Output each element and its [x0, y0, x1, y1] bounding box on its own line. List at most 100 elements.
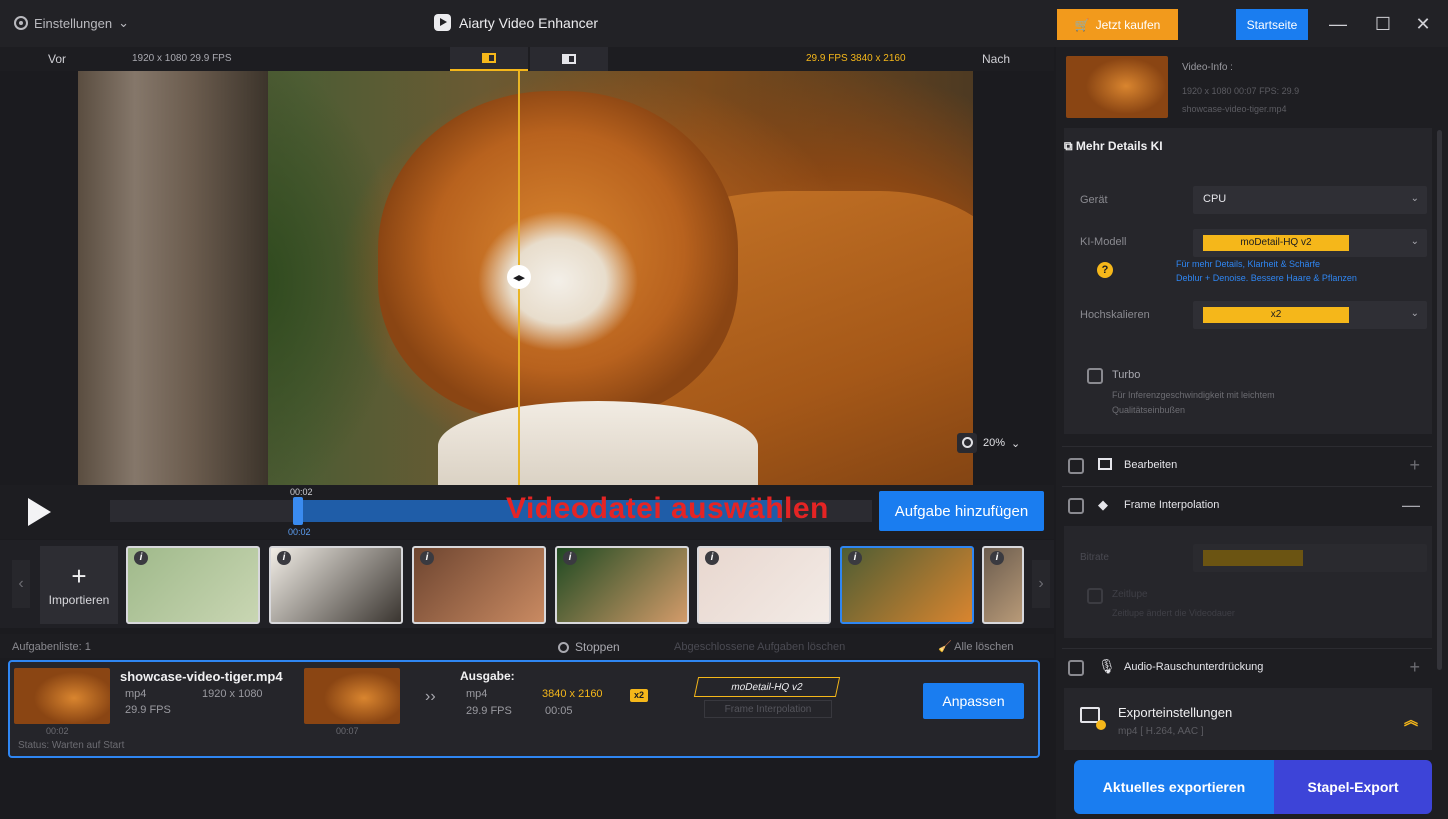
out-duration: 00:05	[545, 705, 573, 717]
audio-denoise-row[interactable]: 🎙 Audio-Rauschunterdrückung +	[1062, 648, 1432, 686]
tiger-paw	[438, 401, 758, 485]
info-icon[interactable]: i	[134, 551, 148, 565]
model-select[interactable]: moDetail-HQ v2 ⌄	[1193, 229, 1427, 257]
thumbnail-hummingbird[interactable]: i	[126, 546, 260, 624]
collapse-minus-icon[interactable]: —	[1402, 495, 1420, 516]
side-by-side-tab[interactable]	[530, 47, 608, 71]
frame-interp-row[interactable]: ◆ Frame Interpolation —	[1062, 486, 1432, 524]
right-panel-scrollbar[interactable]	[1437, 130, 1442, 670]
adjust-button[interactable]: Anpassen	[923, 683, 1024, 719]
ai-section-title: ⧉ Mehr Details KI	[1064, 139, 1163, 154]
add-task-button[interactable]: Aufgabe hinzufügen	[879, 491, 1044, 531]
help-icon[interactable]: ?	[1097, 262, 1113, 278]
split-handle-icon[interactable]: ◂▸	[507, 265, 531, 289]
ai-expand-icon: ⧉	[1064, 139, 1076, 153]
play-icon[interactable]	[28, 498, 51, 526]
frame-interp-label: Frame Interpolation	[1124, 499, 1220, 511]
edit-checkbox[interactable]	[1068, 458, 1084, 474]
info-icon[interactable]: i	[705, 551, 719, 565]
cart-icon: 🛒	[1074, 17, 1090, 32]
close-icon[interactable]: ✕	[1410, 12, 1436, 36]
bitrate-select	[1193, 544, 1427, 572]
info-icon[interactable]: i	[277, 551, 291, 565]
thumbnail-woman-portrait[interactable]: i	[412, 546, 546, 624]
export-settings-title: Exporteinstellungen	[1118, 705, 1233, 720]
home-button[interactable]: Startseite	[1236, 9, 1308, 40]
audio-checkbox[interactable]	[1068, 660, 1084, 676]
task-file-name: showcase-video-tiger.mp4	[120, 669, 283, 684]
expand-plus-icon[interactable]: +	[1409, 657, 1420, 678]
stop-icon	[558, 641, 569, 653]
model-hint-line2: Deblur + Denoise. Bessere Haare & Pflanz…	[1176, 273, 1357, 283]
minimize-icon[interactable]: —	[1325, 12, 1351, 36]
out-fps: 29.9 FPS	[466, 705, 512, 717]
zoom-control[interactable]: 20% ⌄	[957, 433, 1020, 453]
batch-export-button[interactable]: Stapel-Export	[1274, 760, 1432, 814]
export-current-button[interactable]: Aktuelles exportieren	[1074, 760, 1274, 814]
thumbnail-tiger[interactable]: i	[840, 546, 974, 624]
stop-button[interactable]: Stoppen	[558, 640, 620, 654]
settings-label: Einstellungen	[34, 15, 113, 31]
edit-icon	[1098, 458, 1112, 470]
gear-icon	[14, 16, 28, 30]
thumbnail-woman-leaves[interactable]: i	[555, 546, 689, 624]
expand-plus-icon[interactable]: +	[1409, 455, 1420, 476]
strip-left-arrow-icon[interactable]: ‹	[12, 560, 30, 608]
clear-done-button[interactable]: Abgeschlossene Aufgaben löschen	[674, 641, 845, 653]
device-select[interactable]: CPU ⌄	[1193, 186, 1427, 214]
thumbnail-cat[interactable]: i	[269, 546, 403, 624]
app-logo-icon	[434, 14, 451, 31]
input-info: 1920 x 1080 29.9 FPS	[132, 53, 232, 64]
gear-icon	[1096, 720, 1106, 730]
video-info-thumbnail	[1066, 56, 1168, 118]
out-format: mp4	[466, 688, 488, 700]
chevrons-up-icon[interactable]: ︽	[1404, 710, 1418, 730]
magnifier-icon	[957, 433, 977, 453]
info-icon[interactable]: i	[848, 551, 862, 565]
info-icon[interactable]: i	[420, 551, 434, 565]
frame-interp-checkbox[interactable]	[1068, 498, 1084, 514]
clear-all-button[interactable]: 🧹 Alle löschen	[938, 640, 1013, 653]
buy-button[interactable]: 🛒 Jetzt kaufen	[1057, 9, 1178, 40]
info-icon[interactable]: i	[990, 551, 1004, 565]
model-hint-line1: Für mehr Details, Klarheit & Schärfe	[1176, 259, 1321, 269]
tasklist-label: Aufgabenliste:	[12, 641, 82, 653]
edit-row[interactable]: Bearbeiten +	[1062, 446, 1432, 484]
task-input-thumbnail	[14, 668, 110, 724]
settings-menu[interactable]: Einstellungen ⌄	[14, 15, 129, 31]
tasklist-header	[0, 634, 1054, 658]
split-view-icon	[482, 53, 496, 63]
timeline-handle[interactable]	[293, 497, 303, 525]
buy-label: Jetzt kaufen	[1095, 17, 1161, 32]
device-value: CPU	[1203, 193, 1227, 205]
side-by-side-icon	[562, 54, 576, 64]
current-time: 00:02	[290, 487, 313, 497]
turbo-desc2: Qualitätseinbußen	[1112, 405, 1186, 415]
task-status: Status: Warten auf Start	[18, 740, 125, 751]
scale-badge: x2	[630, 689, 648, 702]
thumbnail-tree[interactable]: i	[982, 546, 1024, 624]
split-view-tab[interactable]	[450, 47, 528, 71]
app-title: Aiarty Video Enhancer	[434, 14, 598, 31]
info-icon[interactable]: i	[563, 551, 577, 565]
import-button[interactable]: + Importieren	[40, 546, 118, 624]
import-label: Importieren	[48, 593, 110, 607]
frame-interp-tag: Frame Interpolation	[704, 700, 832, 718]
video-preview[interactable]: ◂▸	[78, 71, 973, 485]
microphone-icon: 🎙	[1098, 658, 1116, 674]
output-label: Ausgabe:	[460, 669, 515, 683]
task-thumb-time-start: 00:02	[46, 726, 69, 736]
preview-header: Vor 1920 x 1080 29.9 FPS 29.9 FPS 3840 x…	[0, 47, 1054, 71]
export-settings-subtitle: mp4 [ H.264, AAC ]	[1118, 726, 1204, 737]
chevron-down-icon: ⌄	[118, 15, 129, 30]
strip-right-arrow-icon[interactable]: ›	[1032, 560, 1050, 608]
thumbnail-baby[interactable]: i	[697, 546, 831, 624]
arrow-right-icon: ››	[425, 688, 436, 705]
annotation-text: Videodatei auswählen	[506, 492, 829, 525]
tasklist-count-value: 1	[84, 641, 91, 653]
task-thumb-time-end: 00:07	[336, 726, 359, 736]
maximize-icon[interactable]: ☐	[1370, 12, 1396, 36]
task-output-thumbnail	[304, 668, 400, 724]
turbo-checkbox[interactable]	[1087, 368, 1103, 384]
upscale-select[interactable]: x2 ⌄	[1193, 301, 1427, 329]
